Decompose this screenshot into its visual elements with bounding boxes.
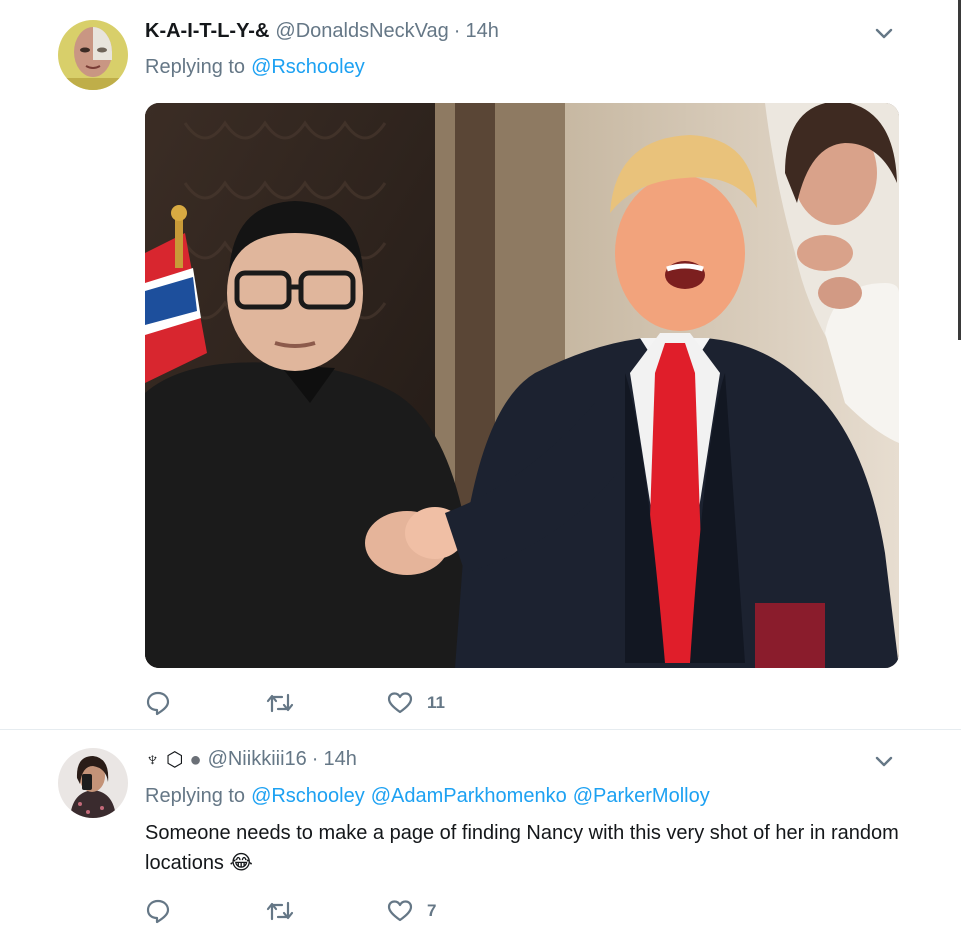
tweet-header: K-A-I-T-L-Y-& @DonaldsNeckVag · 14h: [145, 18, 499, 44]
chevron-down-icon[interactable]: [873, 22, 895, 44]
heart-icon: [387, 692, 413, 714]
retweet-icon: [266, 693, 294, 713]
tweet-text: Someone needs to make a page of finding …: [145, 818, 905, 878]
replying-to: Replying to @Rschooley: [145, 56, 365, 79]
display-name-glyph: ♆: [145, 748, 160, 771]
replying-to: Replying to @Rschooley @AdamParkhomenko @Pa…: [145, 785, 710, 808]
like-count: 7: [427, 901, 437, 920]
like-button[interactable]: 11: [387, 691, 445, 715]
tears-of-joy-emoji: 😂: [229, 852, 253, 874]
tweet-photo[interactable]: [145, 103, 899, 668]
tweet-actions: 7: [145, 896, 436, 926]
separator: ·: [453, 19, 461, 42]
avatar[interactable]: [58, 20, 128, 90]
display-name-glyph: ⬡: [166, 748, 184, 771]
replying-to-label: Replying to: [145, 785, 246, 807]
reply-icon: [146, 691, 170, 716]
tweet[interactable]: ♆ ⬡ ● @Niikkiii16 · 14h Replying to @Rschoo…: [0, 730, 961, 938]
tweet[interactable]: K-A-I-T-L-Y-& @DonaldsNeckVag · 14h Repl…: [0, 0, 961, 730]
avatar-image: [58, 20, 128, 90]
mention-link[interactable]: @Rschooley: [251, 56, 365, 78]
reply-button[interactable]: [145, 898, 265, 924]
like-button[interactable]: 7: [387, 899, 436, 923]
retweet-button[interactable]: [265, 898, 387, 924]
avatar-image: [58, 748, 128, 818]
replying-to-label: Replying to: [145, 56, 246, 78]
chevron-down-icon[interactable]: [873, 750, 895, 772]
user-handle[interactable]: @Niikkiii16: [208, 748, 307, 771]
display-name[interactable]: ♆ ⬡ ●: [145, 747, 208, 772]
photo-image: [145, 103, 899, 668]
reply-button[interactable]: [145, 690, 265, 716]
display-name[interactable]: K-A-I-T-L-Y-&: [145, 20, 269, 43]
timestamp[interactable]: 14h: [323, 748, 356, 771]
timeline: K-A-I-T-L-Y-& @DonaldsNeckVag · 14h Repl…: [0, 0, 961, 938]
retweet-icon: [266, 901, 294, 921]
user-handle[interactable]: @DonaldsNeckVag: [275, 20, 448, 43]
tweet-header: ♆ ⬡ ● @Niikkiii16 · 14h: [145, 746, 357, 772]
mention-link[interactable]: @AdamParkhomenko: [371, 785, 567, 807]
reply-icon: [146, 899, 170, 924]
separator: ·: [311, 747, 319, 770]
tweet-actions: 11: [145, 688, 445, 718]
retweet-button[interactable]: [265, 690, 387, 716]
display-name-glyph: ●: [189, 748, 202, 771]
avatar[interactable]: [58, 748, 128, 818]
mention-link[interactable]: @Rschooley: [251, 785, 365, 807]
tweet-text-body: Someone needs to make a page of finding …: [145, 822, 899, 874]
like-count: 11: [427, 693, 445, 712]
heart-icon: [387, 900, 413, 922]
mention-link[interactable]: @ParkerMolloy: [573, 785, 710, 807]
timestamp[interactable]: 14h: [465, 20, 498, 43]
